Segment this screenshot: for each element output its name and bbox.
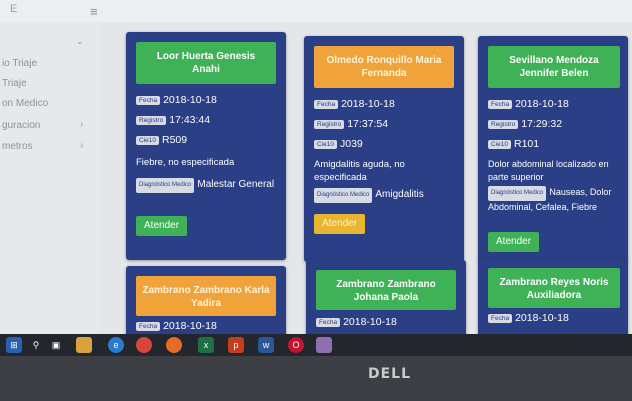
cie10-value: R509 <box>161 134 188 146</box>
windows-start-icon[interactable]: ⊞ <box>6 337 22 353</box>
fecha-field: Fecha 2018-10-18 <box>488 312 569 324</box>
cie10-value: R101 <box>513 138 540 150</box>
registro-badge: Registro <box>488 120 519 129</box>
diagnostico-medico: Diagnóstico Medico Malestar General <box>136 178 281 193</box>
fecha-value: 2018-10-18 <box>515 312 569 324</box>
registro-badge: Registro <box>136 116 167 125</box>
search-icon[interactable]: ⚲ <box>28 337 44 353</box>
sidebar-item-parametros[interactable]: metros › <box>0 137 100 157</box>
patient-name: Loor Huerta Genesis Anahi <box>136 42 276 84</box>
sidebar-item-triaje-1[interactable]: io Triaje <box>0 54 100 74</box>
fecha-value: 2018-10-18 <box>163 320 217 332</box>
sidebar-item-label: Triaje <box>2 78 27 89</box>
taskbar: ⊞ ⚲ ▣ e x p w O <box>0 334 632 356</box>
fecha-field: Fecha 2018-10-18 <box>488 98 569 110</box>
fecha-value: 2018-10-18 <box>163 94 217 106</box>
fecha-value: 2018-10-18 <box>515 98 569 110</box>
fecha-badge: Fecha <box>136 96 161 105</box>
patient-name: Zambrano Zambrano Karla Yadira <box>136 276 276 316</box>
fecha-value: 2018-10-18 <box>341 98 395 110</box>
fecha-field: Fecha 2018-10-18 <box>316 316 397 328</box>
folder-icon[interactable] <box>76 337 92 353</box>
top-bar: E ≡ <box>0 0 632 22</box>
patient-name: Zambrano Reyes Noris Auxiliadora <box>488 268 620 308</box>
fecha-badge: Fecha <box>316 318 341 327</box>
diagnostico-medico: Diagnóstico Medico Nauseas, Dolor Abdomin… <box>488 186 626 214</box>
menu-toggle-icon[interactable]: ≡ <box>90 4 98 19</box>
diagnosis-text: Fiebre, no especificada <box>136 157 235 168</box>
edge-icon[interactable]: e <box>108 337 124 353</box>
diagnostico-value: Amigdalitis <box>375 189 424 200</box>
cie10-field: Cie10 R509 <box>136 134 187 146</box>
brand-letter: E <box>10 3 18 15</box>
sidebar-item-label: io Triaje <box>2 58 38 69</box>
opera-icon[interactable]: O <box>288 337 304 353</box>
chevron-right-icon: › <box>80 119 84 130</box>
cie10-badge: Cie10 <box>314 140 337 149</box>
cie10-badge: Cie10 <box>136 136 159 145</box>
atender-button[interactable]: Atender <box>314 214 366 234</box>
sidebar-item-label: metros <box>2 141 33 152</box>
chrome-icon[interactable] <box>136 337 152 353</box>
diagnostico-badge: Diagnóstico Medico <box>136 178 195 193</box>
registro-value: 17:37:54 <box>347 118 389 130</box>
chevron-down-icon[interactable]: ⌄ <box>76 36 84 47</box>
patient-card: Loor Huerta Genesis Anahi Fecha 2018-10-1… <box>126 32 286 260</box>
word-icon[interactable]: w <box>258 337 274 353</box>
cie10-badge: Cie10 <box>488 140 511 149</box>
cie10-field: Cie10 R101 <box>488 138 539 150</box>
registro-field: Registro 17:43:44 <box>136 114 210 126</box>
diagnostico-badge: Diagnóstico Medico <box>488 186 547 201</box>
registro-value: 17:29:32 <box>521 118 563 130</box>
fecha-value: 2018-10-18 <box>343 316 397 328</box>
patient-card: Zambrano Zambrano Johana Paola Fecha 2018… <box>306 260 466 334</box>
patient-card: Olmedo Ronquillo Maria Fernanda Fecha 201… <box>304 36 464 262</box>
patient-card: Zambrano Zambrano Karla Yadira Fecha 2018… <box>126 266 286 334</box>
registro-field: Registro 17:37:54 <box>314 118 388 130</box>
sidebar-item-medico[interactable]: on Medico <box>0 94 100 114</box>
chevron-right-icon: › <box>80 140 84 151</box>
sidebar-item-configuracion[interactable]: guracion › <box>0 116 100 136</box>
diagnosis-text: Dolor abdominal localizado en parte supe… <box>488 159 609 182</box>
fecha-badge: Fecha <box>136 322 161 331</box>
excel-icon[interactable]: x <box>198 337 214 353</box>
screen: E ≡ ⌄ io Triaje Triaje on Medico guracio… <box>0 0 632 334</box>
cie10-value: J039 <box>339 138 363 150</box>
patient-name: Olmedo Ronquillo Maria Fernanda <box>314 46 454 88</box>
app-icon[interactable] <box>316 337 332 353</box>
atender-button[interactable]: Atender <box>136 216 188 236</box>
dell-logo: DELL <box>368 366 412 382</box>
sidebar-item-label: guracion <box>2 120 41 131</box>
fecha-badge: Fecha <box>314 100 339 109</box>
monitor-bezel: DELL <box>0 356 632 401</box>
fecha-field: Fecha 2018-10-18 <box>136 320 217 332</box>
registro-badge: Registro <box>314 120 345 129</box>
firefox-icon[interactable] <box>166 337 182 353</box>
task-view-icon[interactable]: ▣ <box>48 337 64 353</box>
diagnostico-medico: Diagnóstico Medico Amigdalitis <box>314 188 459 203</box>
patient-card: Sevillano Mendoza Jennifer Belen Fecha 20… <box>478 36 628 262</box>
registro-field: Registro 17:29:32 <box>488 118 562 130</box>
diagnostico-badge: Diagnóstico Medico <box>314 188 373 203</box>
atender-button[interactable]: Atender <box>488 232 540 252</box>
diagnosis-text: Amigdalitis aguda, no especificada <box>314 159 405 183</box>
patient-name: Sevillano Mendoza Jennifer Belen <box>488 46 620 88</box>
main-content: Loor Huerta Genesis Anahi Fecha 2018-10-1… <box>100 22 632 334</box>
patient-card: Zambrano Reyes Noris Auxiliadora Fecha 20… <box>478 258 628 334</box>
fecha-field: Fecha 2018-10-18 <box>136 94 217 106</box>
fecha-field: Fecha 2018-10-18 <box>314 98 395 110</box>
cie10-field: Cie10 J039 <box>314 138 363 150</box>
sidebar: ⌄ io Triaje Triaje on Medico guracion › … <box>0 22 100 334</box>
sidebar-item-triaje-2[interactable]: Triaje <box>0 74 100 94</box>
fecha-badge: Fecha <box>488 100 513 109</box>
diagnostico-value: Malestar General <box>197 179 275 190</box>
registro-value: 17:43:44 <box>169 114 211 126</box>
sidebar-item-label: on Medico <box>2 98 49 109</box>
powerpoint-icon[interactable]: p <box>228 337 244 353</box>
patient-name: Zambrano Zambrano Johana Paola <box>316 270 456 310</box>
fecha-badge: Fecha <box>488 314 513 323</box>
